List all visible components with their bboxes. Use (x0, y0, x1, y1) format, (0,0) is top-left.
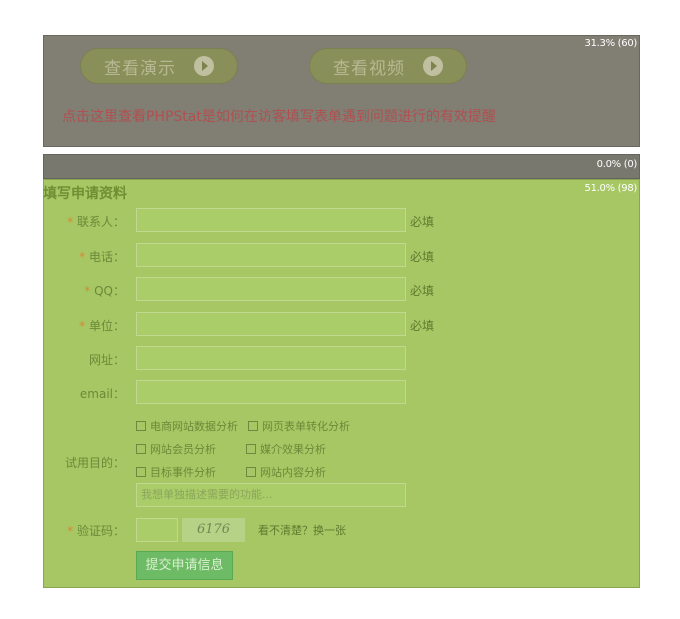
required-hint: 必填 (410, 215, 435, 229)
phone-input[interactable] (136, 243, 406, 267)
view-demo-label: 查看演示 (104, 58, 176, 79)
view-demo-button[interactable]: 查看演示 (80, 48, 238, 84)
contact-input[interactable] (136, 208, 406, 232)
click-percent-label: 31.3% (60) (584, 38, 638, 49)
checkbox[interactable] (246, 467, 256, 477)
form-title: 填写申请资料 (43, 186, 127, 202)
click-percent-label: 0.0% (0) (596, 159, 638, 170)
captcha-input[interactable] (136, 518, 178, 542)
purpose-option-form-conversion[interactable]: 网页表单转化分析 (248, 418, 350, 434)
checkbox[interactable] (136, 421, 146, 431)
captcha-label: * 验证码： (67, 524, 125, 538)
checkbox[interactable] (248, 421, 258, 431)
website-label: 网址： (88, 353, 125, 367)
refresh-captcha-link[interactable]: 看不清楚？换一张 (258, 522, 346, 538)
purpose-option-members[interactable]: 网站会员分析 (136, 441, 216, 457)
company-label: * 单位： (79, 319, 125, 333)
contact-label: * 联系人： (67, 215, 125, 229)
play-icon (194, 56, 214, 76)
captcha-image[interactable]: 6176 (182, 518, 245, 542)
empty-overlay-panel: 0.0% (0) (43, 154, 640, 179)
checkbox[interactable] (136, 444, 146, 454)
view-video-button[interactable]: 查看视频 (309, 48, 467, 84)
qq-label: * QQ： (84, 284, 125, 298)
checkbox[interactable] (136, 467, 146, 477)
required-hint: 必填 (410, 284, 435, 298)
purpose-option-content[interactable]: 网站内容分析 (246, 464, 326, 480)
click-percent-label: 51.0% (98) (584, 183, 638, 194)
purpose-option-media[interactable]: 媒介效果分析 (246, 441, 326, 457)
purpose-label: 试用目的： (64, 456, 125, 470)
email-input[interactable] (136, 380, 406, 404)
company-input[interactable] (136, 312, 406, 336)
play-icon (423, 56, 443, 76)
required-hint: 必填 (410, 319, 435, 333)
application-form-panel: 51.0% (98) 填写申请资料 * 联系人： 必填 * 电话： 必填 * Q… (43, 179, 640, 588)
website-input[interactable] (136, 346, 406, 370)
phone-label: * 电话： (79, 250, 125, 264)
view-video-label: 查看视频 (333, 58, 405, 79)
hint-link[interactable]: 点击这里查看PHPStat是如何在访客填写表单遇到问题进行的有效提醒 (62, 106, 496, 126)
demo-overlay-panel: 31.3% (60) 查看演示 查看视频 点击这里查看PHPStat是如何在访客… (43, 35, 640, 147)
qq-input[interactable] (136, 277, 406, 301)
checkbox[interactable] (246, 444, 256, 454)
submit-button[interactable]: 提交申请信息 (136, 551, 233, 580)
purpose-option-events[interactable]: 目标事件分析 (136, 464, 216, 480)
email-label: email： (79, 387, 125, 401)
purpose-description-input[interactable]: 我想单独描述需要的功能... (136, 483, 406, 507)
required-hint: 必填 (410, 250, 435, 264)
purpose-option-ecommerce[interactable]: 电商网站数据分析 (136, 418, 238, 434)
